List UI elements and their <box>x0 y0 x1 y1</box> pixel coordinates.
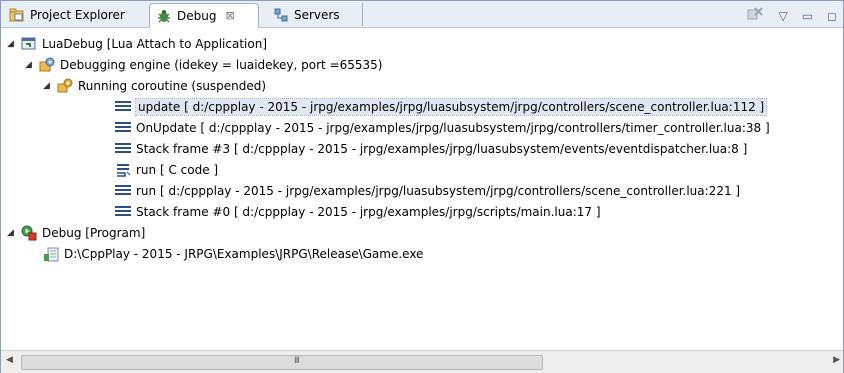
tree-item-frame-onupdate[interactable]: OnUpdate [ d:/cppplay - 2015 - jrpg/exam… <box>115 118 770 138</box>
tree-item-frame-0[interactable]: Stack frame #0 [ d:/cppplay - 2015 - jrp… <box>115 202 601 222</box>
tree-item-frame-3[interactable]: Stack frame #3 [ d:/cppplay - 2015 - jrp… <box>115 139 747 159</box>
process-icon <box>43 246 59 262</box>
debug-view: Project Explorer Debug ⊠ Servers ▽ ▭ ◻ ◢ <box>0 0 844 373</box>
stack-frame-icon <box>115 204 131 220</box>
tree-item-coroutine[interactable]: ◢ Running coroutine (suspended) <box>43 76 266 96</box>
tab-project-explorer[interactable]: Project Explorer <box>3 3 149 26</box>
horizontal-scrollbar[interactable]: ◀ III ▶ <box>1 350 843 373</box>
expanded-arrow-icon[interactable]: ◢ <box>43 81 53 91</box>
debug-engine-icon <box>39 57 55 73</box>
expanded-arrow-icon[interactable]: ◢ <box>25 60 35 70</box>
stack-frame-icon <box>115 141 131 157</box>
tree-item-label: D:\CppPlay - 2015 - JRPG\Examples\JRPG\R… <box>64 247 424 261</box>
tree-item-frame-update[interactable]: update [ d:/cppplay - 2015 - jrpg/exampl… <box>115 97 768 117</box>
tree-item-engine[interactable]: ◢ Debugging engine (idekey = luaidekey, … <box>25 55 382 75</box>
tree-item-label: update [ d:/cppplay - 2015 - jrpg/exampl… <box>134 98 768 116</box>
debug-bug-icon <box>156 8 172 24</box>
close-icon[interactable]: ⊠ <box>225 9 234 22</box>
expanded-arrow-icon[interactable]: ◢ <box>7 39 17 49</box>
remove-terminated-icon[interactable] <box>746 6 764 25</box>
minimize-icon[interactable]: ▭ <box>802 9 813 23</box>
program-launch-icon <box>21 225 37 241</box>
expanded-arrow-icon[interactable]: ◢ <box>7 228 17 238</box>
tree-item-label: OnUpdate [ d:/cppplay - 2015 - jrpg/exam… <box>136 121 770 135</box>
c-stack-frame-icon <box>115 162 131 178</box>
stack-frame-icon <box>115 183 131 199</box>
tree-item-frame-run[interactable]: run [ d:/cppplay - 2015 - jrpg/examples/… <box>115 181 740 201</box>
stack-frame-icon <box>115 99 131 115</box>
project-explorer-icon <box>9 7 25 23</box>
tab-servers[interactable]: Servers <box>267 3 363 26</box>
tab-label: Debug <box>177 8 217 23</box>
tree-item-label: run [ d:/cppplay - 2015 - jrpg/examples/… <box>136 184 741 198</box>
servers-icon <box>273 7 289 23</box>
tab-label: Servers <box>294 7 340 22</box>
scroll-right-icon[interactable]: ▶ <box>833 355 840 365</box>
stack-frame-icon <box>115 120 131 136</box>
scrollbar-grip: III <box>294 356 300 366</box>
tree-item-label: Stack frame #3 [ d:/cppplay - 2015 - jrp… <box>136 142 748 156</box>
launch-config-icon <box>21 36 37 52</box>
view-tab-bar: Project Explorer Debug ⊠ Servers ▽ ▭ ◻ <box>1 1 843 28</box>
tree-item-label: Debugging engine (idekey = luaidekey, po… <box>60 58 383 72</box>
view-menu-icon[interactable]: ▽ <box>778 9 787 23</box>
tree-item-label: Stack frame #0 [ d:/cppplay - 2015 - jrp… <box>136 205 601 219</box>
tree-item-label: LuaDebug [Lua Attach to Application] <box>42 37 268 51</box>
coroutine-icon <box>57 78 73 94</box>
tree-item-label: run [ C code ] <box>136 163 219 177</box>
tab-label: Project Explorer <box>30 7 125 22</box>
tree-item-frame-c-code[interactable]: run [ C code ] <box>115 160 218 180</box>
tree-item-launch[interactable]: ◢ LuaDebug [Lua Attach to Application] <box>7 34 267 54</box>
scroll-left-icon[interactable]: ◀ <box>6 355 13 365</box>
maximize-icon[interactable]: ◻ <box>827 9 837 23</box>
tree-item-label: Debug [Program] <box>42 226 146 240</box>
tree-item-program[interactable]: ◢ Debug [Program] <box>7 223 145 243</box>
scrollbar-thumb[interactable]: III <box>21 355 543 370</box>
tree-item-label: Running coroutine (suspended) <box>78 79 267 93</box>
debug-tree: ◢ LuaDebug [Lua Attach to Application] ◢… <box>1 28 843 350</box>
tab-debug[interactable]: Debug ⊠ <box>149 3 259 28</box>
view-toolbar: ▽ ▭ ◻ <box>746 6 837 25</box>
tree-item-process[interactable]: D:\CppPlay - 2015 - JRPG\Examples\JRPG\R… <box>43 244 423 264</box>
